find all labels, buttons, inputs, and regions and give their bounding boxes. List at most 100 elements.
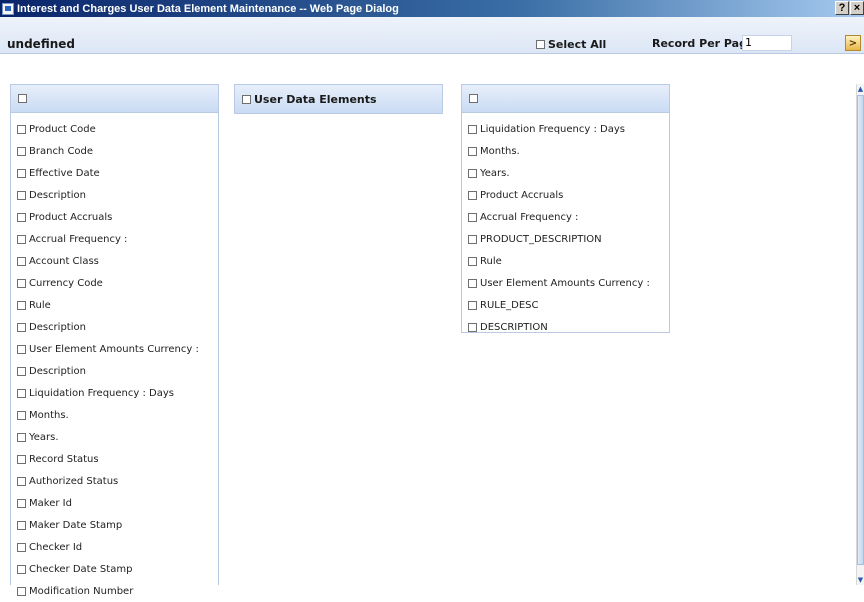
field-checkbox[interactable]	[17, 322, 26, 332]
field-checkbox[interactable]	[468, 212, 477, 222]
field-checkbox[interactable]	[468, 322, 477, 332]
field-list-item[interactable]: Checker Date Stamp	[17, 558, 218, 580]
field-checkbox[interactable]	[17, 212, 26, 222]
field-list-item[interactable]: User Element Amounts Currency :	[468, 272, 669, 294]
field-checkbox[interactable]	[468, 300, 477, 310]
field-checkbox[interactable]	[468, 168, 477, 178]
field-label: RULE_DESC	[480, 299, 539, 311]
field-checkbox[interactable]	[17, 388, 26, 398]
field-label: PRODUCT_DESCRIPTION	[480, 233, 602, 245]
field-list-item[interactable]: Description	[17, 184, 218, 206]
field-list-item[interactable]: User Element Amounts Currency :	[17, 338, 218, 360]
window-title: Interest and Charges User Data Element M…	[17, 2, 399, 15]
record-per-page-input[interactable]: 1	[742, 35, 792, 51]
select-all-checkbox[interactable]: Select All	[536, 38, 606, 51]
right-panel-header	[462, 85, 669, 113]
field-label: Rule	[480, 255, 502, 267]
field-list-item[interactable]: DESCRIPTION	[468, 316, 669, 338]
field-checkbox[interactable]	[17, 432, 26, 442]
user-data-elements-checkbox[interactable]	[242, 94, 251, 104]
field-checkbox[interactable]	[468, 256, 477, 266]
field-checkbox[interactable]	[17, 124, 26, 134]
field-checkbox[interactable]	[468, 278, 477, 288]
field-label: Effective Date	[29, 167, 100, 179]
field-list-item[interactable]: Maker Id	[17, 492, 218, 514]
field-label: Product Code	[29, 123, 96, 135]
field-label: Account Class	[29, 255, 99, 267]
field-list-item[interactable]: Description	[17, 316, 218, 338]
window-title-bar: Interest and Charges User Data Element M…	[0, 0, 864, 17]
left-select-all-checkbox[interactable]	[18, 94, 27, 103]
field-checkbox[interactable]	[468, 234, 477, 244]
field-list-item[interactable]: Description	[17, 360, 218, 382]
field-label: Rule	[29, 299, 51, 311]
field-list-item[interactable]: Effective Date	[17, 162, 218, 184]
field-list-item[interactable]: Liquidation Frequency : Days	[468, 118, 669, 140]
field-list-item[interactable]: Liquidation Frequency : Days	[17, 382, 218, 404]
field-checkbox[interactable]	[17, 344, 26, 354]
go-arrow-button[interactable]: >	[845, 35, 861, 51]
field-checkbox[interactable]	[17, 146, 26, 156]
field-label: Description	[29, 321, 86, 333]
arrow-up-icon[interactable]: ▲	[857, 84, 864, 94]
field-checkbox[interactable]	[17, 168, 26, 178]
field-list-item[interactable]: Authorized Status	[17, 470, 218, 492]
field-checkbox[interactable]	[17, 498, 26, 508]
field-list-item[interactable]: Accrual Frequency :	[468, 206, 669, 228]
field-label: Description	[29, 189, 86, 201]
field-list-item[interactable]: Product Accruals	[17, 206, 218, 228]
field-label: User Element Amounts Currency :	[29, 343, 199, 355]
field-list-item[interactable]: Product Code	[17, 118, 218, 140]
field-list-item[interactable]: Rule	[468, 250, 669, 272]
field-label: Modification Number	[29, 585, 134, 597]
scrollbar-thumb[interactable]	[857, 95, 864, 565]
field-list-item[interactable]: Modification Number	[17, 580, 218, 602]
available-fields-panel: Product Code Branch Code Effective Date Des…	[10, 84, 219, 597]
field-checkbox[interactable]	[17, 410, 26, 420]
field-label: Years.	[29, 431, 59, 443]
field-list-item[interactable]: Account Class	[17, 250, 218, 272]
field-list-item[interactable]: Record Status	[17, 448, 218, 470]
help-button[interactable]: ?	[835, 1, 849, 15]
vertical-scrollbar[interactable]: ▲ ▼	[856, 84, 864, 585]
field-list-item[interactable]: Accrual Frequency :	[17, 228, 218, 250]
field-checkbox[interactable]	[17, 542, 26, 552]
field-list-item[interactable]: Years.	[17, 426, 218, 448]
close-button[interactable]: ×	[850, 1, 864, 15]
field-checkbox[interactable]	[468, 146, 477, 156]
field-checkbox[interactable]	[17, 366, 26, 376]
field-checkbox[interactable]	[17, 190, 26, 200]
field-list-item[interactable]: Currency Code	[17, 272, 218, 294]
field-label: Liquidation Frequency : Days	[480, 123, 625, 135]
checkbox-icon[interactable]	[536, 40, 545, 49]
toolbar-header: undefined Select All Record Per Page 1 >	[0, 17, 864, 54]
field-checkbox[interactable]	[17, 586, 26, 596]
field-list-item[interactable]: Branch Code	[17, 140, 218, 162]
field-checkbox[interactable]	[468, 190, 477, 200]
field-checkbox[interactable]	[17, 520, 26, 530]
left-field-list: Product Code Branch Code Effective Date Des…	[11, 113, 218, 602]
right-select-all-checkbox[interactable]	[469, 94, 478, 103]
field-list-item[interactable]: PRODUCT_DESCRIPTION	[468, 228, 669, 250]
field-checkbox[interactable]	[17, 300, 26, 310]
field-checkbox[interactable]	[17, 256, 26, 266]
field-list-item[interactable]: Months.	[468, 140, 669, 162]
field-checkbox[interactable]	[17, 476, 26, 486]
field-checkbox[interactable]	[17, 564, 26, 574]
field-list-item[interactable]: Product Accruals	[468, 184, 669, 206]
field-checkbox[interactable]	[17, 278, 26, 288]
field-checkbox[interactable]	[17, 454, 26, 464]
field-checkbox[interactable]	[17, 234, 26, 244]
arrow-down-icon[interactable]: ▼	[857, 575, 864, 585]
field-label: Months.	[480, 145, 520, 157]
field-list-item[interactable]: Checker Id	[17, 536, 218, 558]
field-list-item[interactable]: Rule	[17, 294, 218, 316]
left-panel-header	[11, 85, 218, 113]
field-label: Maker Id	[29, 497, 72, 509]
field-list-item[interactable]: Months.	[17, 404, 218, 426]
field-checkbox[interactable]	[468, 124, 477, 134]
page-title: undefined	[7, 37, 75, 51]
field-list-item[interactable]: RULE_DESC	[468, 294, 669, 316]
field-list-item[interactable]: Maker Date Stamp	[17, 514, 218, 536]
field-list-item[interactable]: Years.	[468, 162, 669, 184]
